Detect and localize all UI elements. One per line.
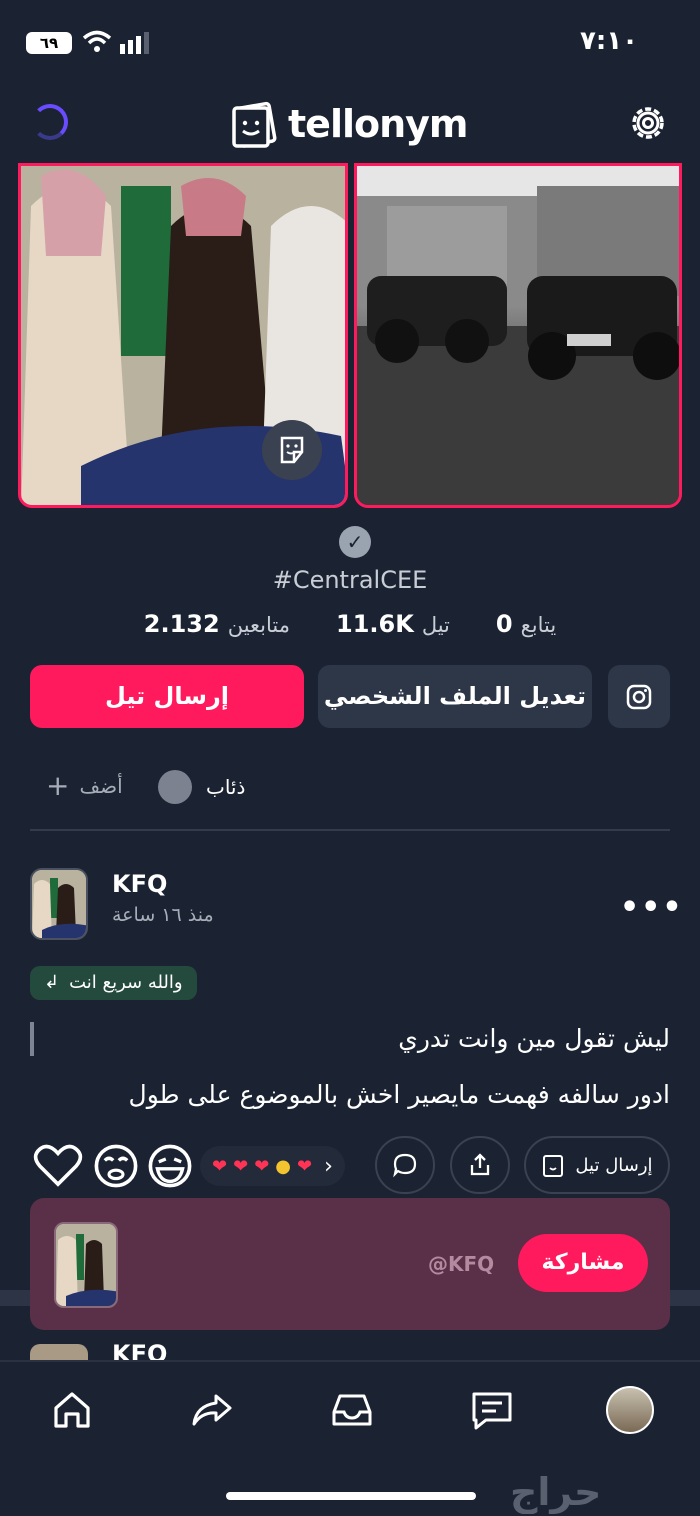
stat-followers[interactable]: متابعين 2.132 — [144, 610, 290, 638]
tag-label: ذئاب — [206, 775, 246, 799]
reactions-summary[interactable]: ❤ ❤ ❤ ● ❤ › — [200, 1146, 345, 1186]
settings-gear-icon[interactable] — [627, 102, 669, 144]
tellonym-small-icon — [543, 1155, 564, 1177]
sticker-icon — [280, 436, 304, 464]
share-card: @KFQ مشاركة — [30, 1198, 670, 1330]
post-answer: ادور سالفه فهمت مايصير اخش بالموضوع على … — [128, 1080, 670, 1109]
send-tell-button[interactable]: إرسال تيل — [30, 665, 304, 728]
laughing-face-icon[interactable] — [142, 1138, 198, 1194]
inbox-icon[interactable] — [328, 1386, 376, 1434]
instagram-button[interactable] — [608, 665, 670, 728]
comment-icon — [393, 1153, 417, 1178]
wifi-icon — [82, 30, 112, 52]
share-handle: @KFQ — [428, 1252, 495, 1276]
tag-wolves[interactable]: ذئاب — [158, 770, 245, 804]
stat-label: متابعين — [227, 613, 290, 637]
reply-arrow-icon: ↲ — [44, 972, 60, 993]
chevron-right-icon: › — [324, 1153, 333, 1179]
profile-stats: يتابع 0 تيل 11.6K متابعين 2.132 — [0, 610, 700, 638]
stat-following[interactable]: يتابع 0 — [496, 610, 556, 638]
heart-reaction-icon: ❤ — [297, 1155, 313, 1177]
verified-check-icon: ✓ — [339, 526, 371, 558]
add-tag-button[interactable]: + أضف — [46, 769, 123, 802]
clock: ٧:١٠ — [579, 26, 638, 56]
stat-value: 2.132 — [143, 610, 220, 638]
share-icon — [470, 1153, 490, 1176]
cars-photo — [357, 166, 679, 505]
post-time: منذ ١٦ ساعة — [112, 904, 214, 926]
battery-indicator: ٦٩ — [26, 32, 72, 54]
messages-icon[interactable] — [468, 1386, 516, 1434]
laughing-reaction-icon: ● — [275, 1155, 291, 1177]
home-indicator[interactable] — [226, 1492, 476, 1500]
stat-value: 11.6K — [336, 610, 414, 638]
sticker-button[interactable] — [262, 420, 322, 480]
divider — [30, 829, 670, 831]
profile-photo-right[interactable] — [354, 163, 682, 508]
thumbnail-photo — [56, 1224, 116, 1306]
next-post-author: KFQ — [112, 1340, 168, 1362]
add-tag-label: أضف — [79, 774, 123, 798]
watermark-logo: حراج — [510, 1470, 602, 1514]
status-bar: ٦٩ ٧:١٠ — [0, 0, 700, 90]
heart-icon[interactable] — [30, 1138, 86, 1194]
reply-chip[interactable]: ↲ والله سريع انت — [30, 966, 197, 1000]
edit-profile-button[interactable]: تعديل الملف الشخصي — [318, 665, 592, 728]
share-thumbnail — [54, 1222, 118, 1308]
stat-label: يتابع — [520, 613, 557, 637]
stat-value: 0 — [495, 610, 513, 638]
app-logo: tellonym — [230, 96, 469, 152]
reply-chip-text: والله سريع انت — [69, 972, 183, 993]
loading-spinner-icon — [32, 104, 68, 140]
signal-icon — [120, 32, 149, 54]
avatar-photo — [32, 870, 86, 938]
post-author-name[interactable]: KFQ — [112, 870, 167, 898]
stat-label: تيل — [421, 613, 450, 637]
plus-icon: + — [46, 769, 70, 802]
send-tell-reply-label: إرسال تيل — [575, 1154, 653, 1176]
post-author-avatar[interactable] — [30, 868, 88, 940]
next-post-preview: KFQ — [30, 1340, 670, 1362]
post-question: ليش تقول مين وانت تدري — [398, 1024, 670, 1053]
quote-bar — [30, 1022, 34, 1056]
stat-tells[interactable]: تيل 11.6K — [336, 610, 450, 638]
post-actions: ❤ ❤ ❤ ● ❤ › إرسال تيل — [30, 1136, 670, 1196]
share-button[interactable]: مشاركة — [518, 1234, 648, 1292]
profile-avatar-icon[interactable] — [606, 1386, 654, 1434]
tellonym-logo-icon — [232, 101, 277, 148]
wolf-icon — [158, 770, 192, 804]
heart-reaction-icon: ❤ — [233, 1155, 249, 1177]
instagram-icon — [626, 684, 652, 709]
comment-button[interactable] — [375, 1136, 435, 1194]
logo-text: tellonym — [288, 102, 469, 146]
profile-handle: #CentralCEE — [272, 566, 428, 594]
more-options-icon[interactable]: ••• — [620, 890, 684, 925]
heart-reaction-icon: ❤ — [254, 1155, 270, 1177]
heart-reaction-icon: ❤ — [212, 1155, 228, 1177]
share-post-button[interactable] — [450, 1136, 510, 1194]
send-tell-reply-button[interactable]: إرسال تيل — [524, 1136, 670, 1194]
share-arrow-icon[interactable] — [188, 1386, 236, 1434]
home-icon[interactable] — [48, 1386, 96, 1434]
crying-face-icon[interactable] — [88, 1138, 144, 1194]
